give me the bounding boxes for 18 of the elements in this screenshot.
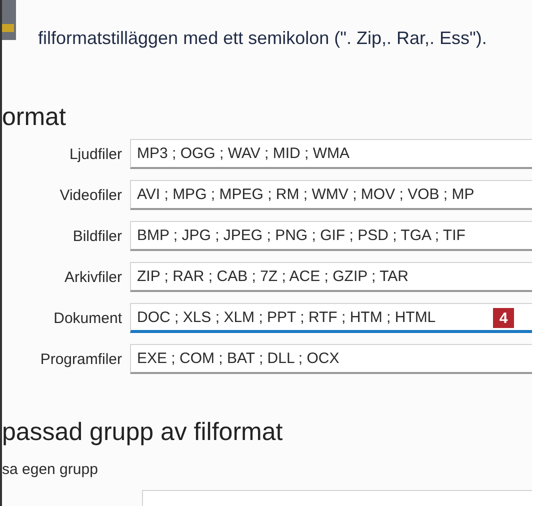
field-label: Arkivfiler xyxy=(63,268,123,286)
section-heading: ormat xyxy=(2,103,67,133)
input-field[interactable]: MP3 ; OGG ; WAV ; MID ; WMA xyxy=(130,139,532,169)
field-label: Bildfiler xyxy=(72,228,123,244)
callout-badge: 4 xyxy=(493,308,514,328)
field-label: Programfiler xyxy=(39,350,123,368)
input-field[interactable]: ZIP ; RAR ; CAB ; 7Z ; ACE ; GZIP ; TAR xyxy=(130,262,532,292)
description-text: filformatstilläggen med ett semikolon (". Zip,. Rar,. Ess"). xyxy=(38,27,487,49)
document-icon xyxy=(2,0,18,42)
subtitle-text: sa egen grupp xyxy=(2,461,99,478)
input-field[interactable]: EXE ; COM ; BAT ; DLL ; OCX xyxy=(130,344,532,374)
field-label: Dokument xyxy=(52,310,123,326)
input-field[interactable]: BMP ; JPG ; JPEG ; PNG ; GIF ; PSD ; TGA ; TIF xyxy=(130,221,532,251)
input-field[interactable]: AVI ; MPG ; MPEG ; RM ; WMV ; MOV ; VOB ; MP xyxy=(130,180,532,210)
section-heading: passad grupp av filformat xyxy=(2,418,284,447)
field-label: Ljudfiler xyxy=(68,146,123,162)
field-label: Videofiler xyxy=(58,186,123,204)
input-field[interactable]: DOC ; XLS ; XLM ; PPT ; RTF ; HTM ; HTML 4 xyxy=(130,303,532,333)
